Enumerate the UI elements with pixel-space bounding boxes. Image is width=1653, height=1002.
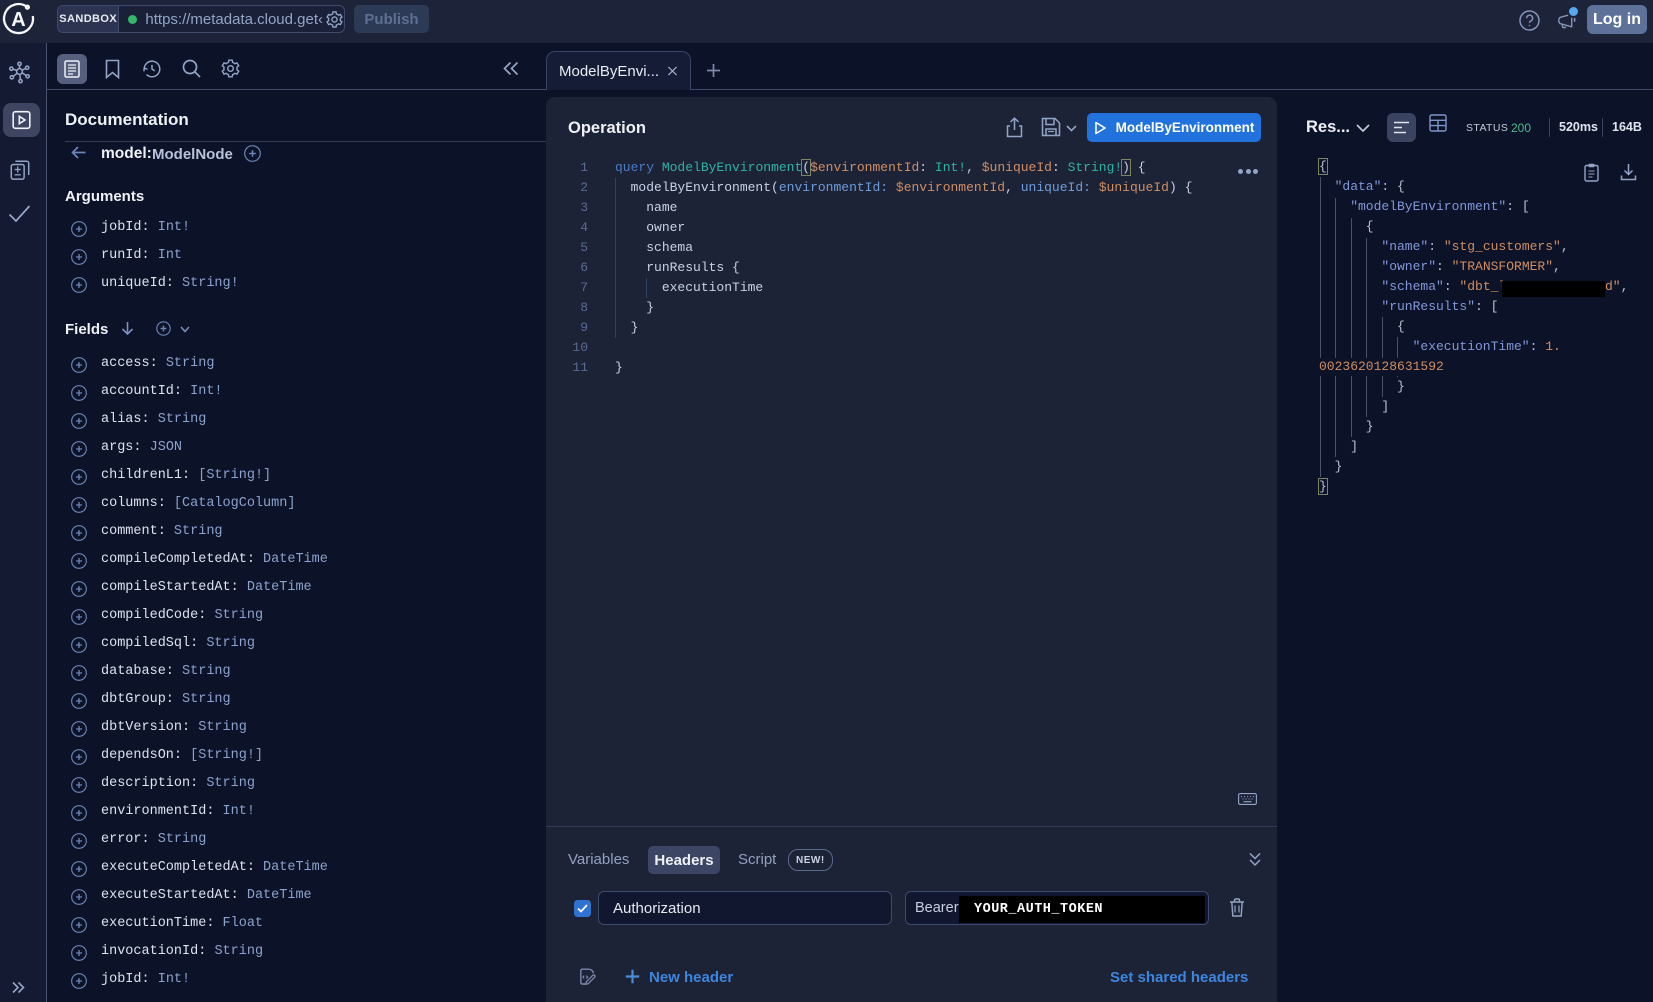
svg-text:A: A	[11, 9, 25, 31]
